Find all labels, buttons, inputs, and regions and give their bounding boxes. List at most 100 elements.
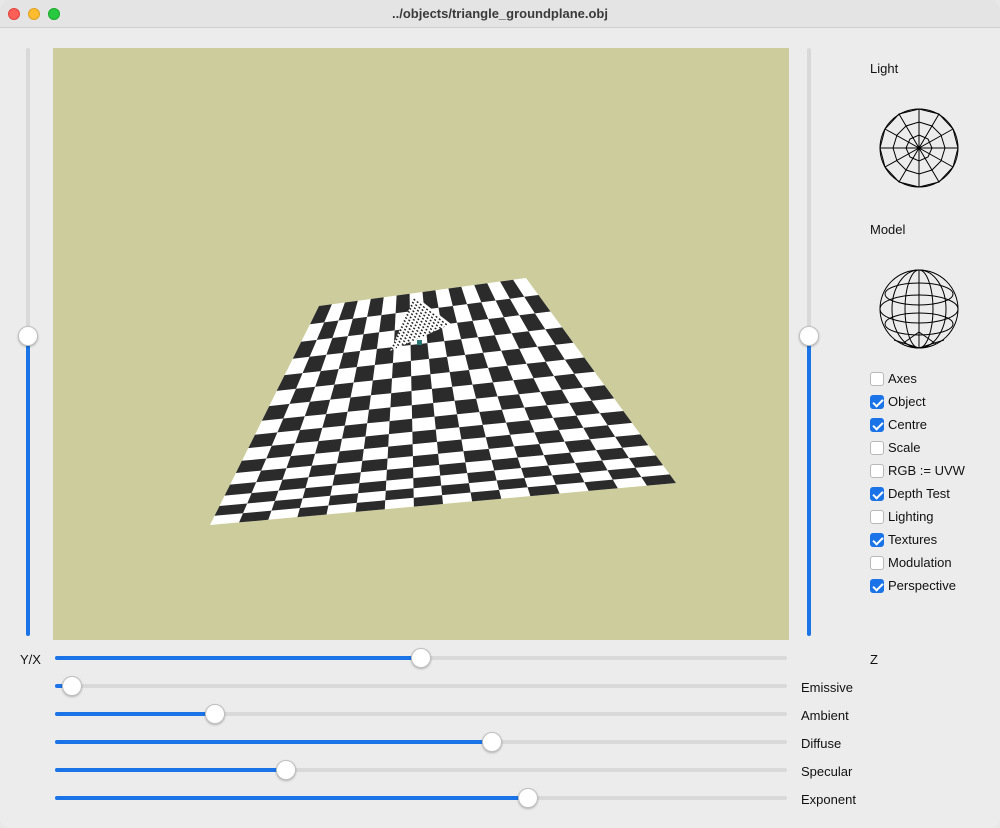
slider-fill bbox=[807, 336, 811, 636]
checkbox-row-scale[interactable]: Scale bbox=[870, 436, 965, 459]
checkbox-row-lighting[interactable]: Lighting bbox=[870, 505, 965, 528]
ambient-slider[interactable] bbox=[55, 704, 787, 724]
checkbox-row-rgb-uvw[interactable]: RGB := UVW bbox=[870, 459, 965, 482]
slider-knob[interactable] bbox=[62, 676, 83, 696]
checkbox[interactable] bbox=[870, 417, 884, 432]
checker-tile bbox=[434, 414, 460, 430]
checkbox-label: Axes bbox=[888, 371, 917, 386]
checkbox-label: Depth Test bbox=[888, 486, 950, 501]
slider-track bbox=[55, 684, 787, 688]
z-vertical-slider[interactable] bbox=[799, 48, 819, 636]
checker-tile bbox=[363, 434, 389, 449]
options-checkbox-list: Axes Object Centre Scale RGB := UVW Depth Tes… bbox=[870, 367, 965, 597]
checker-tile bbox=[388, 418, 413, 435]
checker-tile bbox=[390, 391, 412, 408]
exponent-slider[interactable] bbox=[55, 788, 787, 808]
slider-knob[interactable] bbox=[411, 648, 431, 668]
checker-tile bbox=[431, 386, 455, 403]
checker-tile bbox=[463, 448, 492, 463]
slider-fill bbox=[55, 768, 286, 772]
slider-fill bbox=[55, 656, 421, 660]
diffuse-label: Diffuse bbox=[801, 736, 842, 751]
checkbox[interactable] bbox=[870, 486, 884, 501]
checker-tile bbox=[411, 403, 435, 419]
checker-tile bbox=[395, 293, 410, 314]
checkbox[interactable] bbox=[870, 532, 884, 547]
checker-tile bbox=[412, 429, 437, 445]
model-sphere-icon bbox=[879, 269, 959, 349]
checker-tile bbox=[514, 444, 544, 458]
model-arcball[interactable] bbox=[870, 260, 968, 358]
light-label: Light bbox=[870, 61, 899, 76]
checker-tile bbox=[379, 313, 396, 333]
checker-tile bbox=[410, 343, 429, 361]
checker-tile bbox=[367, 407, 391, 424]
model-label: Model bbox=[870, 222, 906, 237]
checkbox-row-object[interactable]: Object bbox=[870, 390, 965, 413]
emissive-slider[interactable] bbox=[55, 676, 787, 696]
z-slider-label: Z bbox=[870, 652, 878, 667]
emissive-label: Emissive bbox=[801, 680, 854, 695]
checkbox-row-perspective[interactable]: Perspective bbox=[870, 574, 965, 597]
yx-rotation-vertical-slider[interactable] bbox=[18, 48, 38, 636]
checkerboard-scene bbox=[210, 278, 676, 525]
yx-slider-label: Y/X bbox=[20, 652, 41, 667]
checkbox-label: Centre bbox=[888, 417, 928, 432]
yx-horizontal-slider[interactable] bbox=[55, 648, 787, 668]
checkbox[interactable] bbox=[870, 578, 884, 593]
checker-tile bbox=[342, 423, 368, 439]
slider-knob[interactable] bbox=[275, 760, 296, 780]
checkbox-label: Perspective bbox=[888, 578, 956, 593]
checker-tile bbox=[459, 424, 486, 440]
checker-tile bbox=[479, 409, 507, 425]
checkbox-row-modulation[interactable]: Modulation bbox=[870, 551, 965, 574]
checkbox[interactable] bbox=[870, 440, 884, 455]
checkbox-label: Lighting bbox=[888, 509, 934, 524]
light-arcball[interactable] bbox=[870, 99, 968, 197]
ambient-label: Ambient bbox=[801, 708, 849, 723]
title-bar: ../objects/triangle_groundplane.obj bbox=[0, 0, 1000, 28]
checker-tile bbox=[485, 434, 514, 449]
slider-knob[interactable] bbox=[799, 326, 819, 347]
slider-knob[interactable] bbox=[517, 788, 538, 808]
checkbox-row-textures[interactable]: Textures bbox=[870, 528, 965, 551]
checker-tile bbox=[347, 395, 371, 412]
checkbox-row-centre[interactable]: Centre bbox=[870, 413, 965, 436]
checkbox-row-axes[interactable]: Axes bbox=[870, 367, 965, 390]
render-viewport[interactable] bbox=[53, 48, 789, 640]
checkbox-label: Modulation bbox=[888, 555, 952, 570]
checkbox[interactable] bbox=[870, 394, 884, 409]
checkbox-label: Scale bbox=[888, 440, 921, 455]
checker-tile bbox=[454, 398, 480, 415]
specular-slider[interactable] bbox=[55, 760, 787, 780]
specular-label: Specular bbox=[801, 764, 853, 779]
checker-tile bbox=[437, 439, 464, 454]
checkbox-label: RGB := UVW bbox=[888, 463, 965, 478]
checkbox[interactable] bbox=[870, 371, 884, 386]
slider-fill bbox=[55, 712, 215, 716]
slider-fill bbox=[26, 336, 30, 636]
checkbox[interactable] bbox=[870, 463, 884, 478]
checkbox[interactable] bbox=[870, 555, 884, 570]
centre-marker bbox=[417, 340, 422, 345]
checker-tile bbox=[429, 356, 450, 375]
slider-knob[interactable] bbox=[482, 732, 503, 752]
slider-fill bbox=[55, 740, 493, 744]
checkbox-label: Object bbox=[888, 394, 926, 409]
checker-tile bbox=[370, 378, 392, 396]
slider-knob[interactable] bbox=[18, 326, 38, 347]
window-title: ../objects/triangle_groundplane.obj bbox=[392, 6, 608, 21]
slider-fill bbox=[55, 796, 528, 800]
diffuse-slider[interactable] bbox=[55, 732, 787, 752]
checker-tile bbox=[449, 370, 473, 387]
checker-tile bbox=[392, 360, 412, 379]
exponent-label: Exponent bbox=[801, 792, 856, 807]
checker-tile bbox=[387, 444, 413, 459]
checkbox[interactable] bbox=[870, 509, 884, 524]
light-sphere-icon bbox=[879, 108, 959, 188]
checker-tile bbox=[411, 374, 432, 391]
slider-knob[interactable] bbox=[204, 704, 225, 724]
checkbox-row-depth-test[interactable]: Depth Test bbox=[870, 482, 965, 505]
app-window: ../objects/triangle_groundplane.obj Ligh… bbox=[0, 0, 1000, 828]
checkbox-label: Textures bbox=[888, 532, 938, 547]
